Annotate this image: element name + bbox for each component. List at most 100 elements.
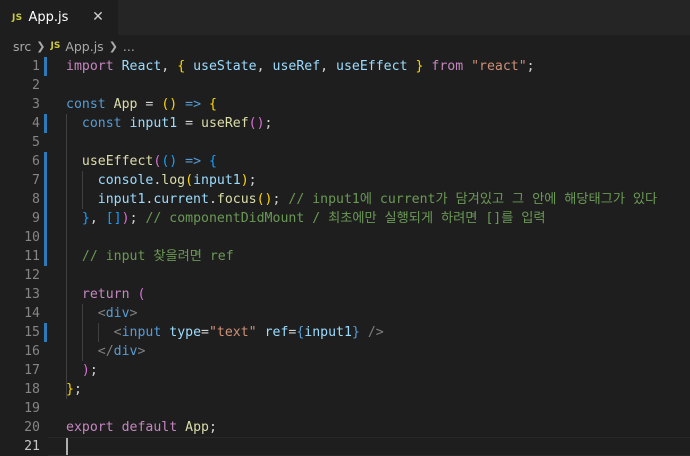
breadcrumb-file[interactable]: App.js xyxy=(65,39,103,54)
code-line[interactable]: 17 ); xyxy=(0,361,690,380)
code-line[interactable]: 16 </div> xyxy=(0,342,690,361)
chevron-right-icon: ❯ xyxy=(36,39,46,53)
code-token: ) xyxy=(121,211,130,226)
code-text: <div> xyxy=(66,304,138,323)
code-line[interactable]: 20 export default App; xyxy=(0,418,690,437)
code-token: [] xyxy=(105,211,122,226)
code-line[interactable]: 19 xyxy=(0,399,690,418)
code-line[interactable]: 1 import React, { useState, useRef, useEf… xyxy=(0,57,690,76)
code-text: const App = () => { xyxy=(66,95,217,114)
code-token: log xyxy=(161,173,186,188)
code-line[interactable]: 7 console.log(input1); xyxy=(0,171,690,190)
code-token: ref xyxy=(264,325,289,340)
modified-line-marker xyxy=(44,323,47,342)
code-token: "text" xyxy=(208,325,257,340)
line-number: 3 xyxy=(32,97,40,112)
code-token: input1 xyxy=(129,116,178,131)
breadcrumb-folder[interactable]: src xyxy=(13,39,31,54)
line-number: 2 xyxy=(32,78,40,93)
line-number: 18 xyxy=(24,382,40,397)
js-file-icon: JS xyxy=(12,12,23,23)
line-number: 5 xyxy=(32,135,40,150)
code-token: // input1에 current가 담겨있고 그 안에 해당태그가 있다 xyxy=(288,192,658,207)
code-editor[interactable]: 1 import React, { useState, useRef, useEf… xyxy=(0,57,690,456)
code-text: ); xyxy=(66,361,98,380)
line-number: 17 xyxy=(24,363,40,378)
code-token: ; xyxy=(89,363,98,378)
code-line[interactable]: 10 xyxy=(0,228,690,247)
line-number: 9 xyxy=(32,211,40,226)
code-line[interactable]: 8 input1.current.focus(); // input1에 cur… xyxy=(0,190,690,209)
code-text: const input1 = useRef(); xyxy=(66,114,273,133)
code-line[interactable]: 11 // input 찾을려면 ref xyxy=(0,247,690,266)
code-token: } xyxy=(81,211,90,226)
modified-line-marker xyxy=(44,57,47,76)
code-line[interactable]: 3 const App = () => { xyxy=(0,95,690,114)
line-number: 11 xyxy=(24,249,40,264)
code-text: console.log(input1); xyxy=(66,171,257,190)
code-line[interactable]: 2 xyxy=(0,76,690,95)
code-text: <input type="text" ref={input1} /> xyxy=(66,323,384,342)
code-line[interactable]: 6 useEffect(() => { xyxy=(0,152,690,171)
code-token: ; xyxy=(526,59,535,74)
code-token: , xyxy=(256,59,273,74)
code-line[interactable]: 9 }, []); // componentDidMount / 최초에만 실행… xyxy=(0,209,690,228)
code-token: input1 xyxy=(97,192,146,207)
line-number: 21 xyxy=(24,439,40,454)
code-token: default xyxy=(121,420,178,435)
code-line[interactable]: 18}; xyxy=(0,380,690,399)
code-token: input xyxy=(121,325,162,340)
line-number: 13 xyxy=(24,287,40,302)
code-token: } xyxy=(66,382,74,397)
code-line[interactable]: 12 xyxy=(0,266,690,285)
code-token: // input 찾을려면 ref xyxy=(81,249,234,264)
code-token: console xyxy=(97,173,154,188)
tab-label: App.js xyxy=(28,10,69,25)
line-number: 10 xyxy=(24,230,40,245)
line-number: 6 xyxy=(32,154,40,169)
breadcrumb: src ❯ JS App.js ❯ ... xyxy=(0,35,690,57)
code-line[interactable]: 15 <input type="text" ref={input1} /> xyxy=(0,323,690,342)
code-token: () xyxy=(161,154,178,169)
modified-line-marker xyxy=(44,114,47,133)
code-text: }, []); // componentDidMount / 최초에만 실행되게… xyxy=(66,209,546,228)
code-token: , xyxy=(161,59,178,74)
code-token: const xyxy=(66,97,106,112)
line-number: 8 xyxy=(32,192,40,207)
close-icon[interactable]: ✕ xyxy=(90,8,106,26)
tab-app-js[interactable]: JS App.js ✕ xyxy=(0,0,118,35)
code-line[interactable]: 4 const input1 = useRef(); xyxy=(0,114,690,133)
chevron-right-icon: ❯ xyxy=(108,39,118,53)
breadcrumb-symbols[interactable]: ... xyxy=(123,39,135,54)
line-number: 19 xyxy=(24,401,40,416)
modified-line-marker xyxy=(44,190,47,209)
code-token: ; xyxy=(264,116,273,131)
code-token: . xyxy=(208,192,217,207)
code-line[interactable]: 14 <div> xyxy=(0,304,690,323)
code-text: export default App; xyxy=(66,418,217,437)
code-token: return xyxy=(81,287,130,302)
code-token: input1 xyxy=(193,173,241,188)
code-token: { xyxy=(209,154,217,169)
code-line[interactable]: 13 return ( xyxy=(0,285,690,304)
code-text: // input 찾을려면 ref xyxy=(66,247,234,266)
code-token: App xyxy=(185,420,209,435)
code-line[interactable]: 5 xyxy=(0,133,690,152)
code-token: React xyxy=(121,59,162,74)
modified-line-marker xyxy=(44,228,47,247)
line-number: 14 xyxy=(24,306,40,321)
code-token: ( xyxy=(185,173,194,188)
code-line[interactable]: 21 xyxy=(0,437,690,456)
line-number: 20 xyxy=(24,420,40,435)
